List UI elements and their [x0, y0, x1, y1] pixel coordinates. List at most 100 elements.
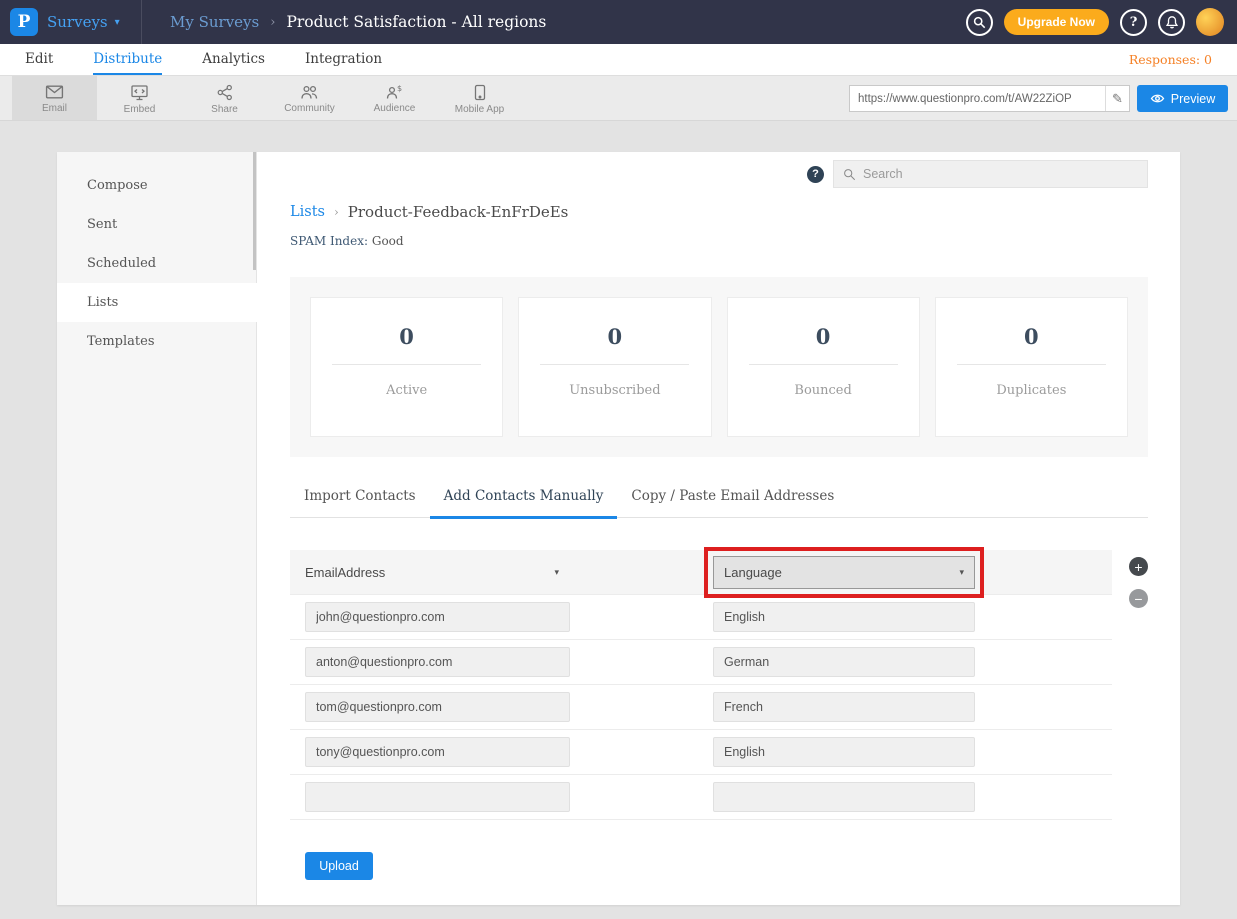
breadcrumb-lists-link[interactable]: Lists — [290, 204, 325, 220]
tab-integration[interactable]: Integration — [305, 44, 382, 75]
toolbar-item-label: Audience — [374, 103, 416, 114]
contact-row — [290, 640, 1112, 685]
grid-header-row: EmailAddress ▾ Language ▾ — [290, 550, 1112, 595]
language-field[interactable] — [713, 692, 975, 722]
user-avatar[interactable] — [1196, 8, 1224, 36]
tab-edit[interactable]: Edit — [25, 44, 53, 75]
chevron-down-icon: ▾ — [554, 567, 559, 578]
language-field[interactable] — [713, 782, 975, 812]
contact-row — [290, 730, 1112, 775]
remove-column-button[interactable]: − — [1129, 589, 1148, 608]
upgrade-now-button[interactable]: Upgrade Now — [1004, 9, 1109, 35]
stat-label: Bounced — [794, 383, 851, 398]
upload-button[interactable]: Upload — [305, 852, 373, 880]
email-field[interactable] — [305, 647, 570, 677]
pencil-icon: ✎ — [1112, 91, 1123, 107]
stat-value: 0 — [332, 324, 481, 365]
brand-area: P Surveys ▾ — [0, 0, 142, 44]
stat-card-active: 0 Active — [310, 297, 503, 437]
surveys-menu-label: Surveys — [47, 13, 108, 31]
breadcrumb-separator-icon: › — [270, 15, 275, 30]
toolbar-item-label: Email — [42, 103, 67, 114]
survey-url-input[interactable] — [850, 93, 1105, 105]
grid-row-actions: + − — [1129, 557, 1148, 608]
email-field[interactable] — [305, 692, 570, 722]
help-button[interactable]: ? — [1120, 9, 1147, 36]
distribute-toolbar: Email Embed Share Community $ Audience — [0, 76, 1237, 121]
sidebar-item-sent[interactable]: Sent — [57, 205, 256, 244]
page-title: Product Satisfaction - All regions — [286, 13, 546, 31]
language-field[interactable] — [713, 602, 975, 632]
sidebar-item-lists[interactable]: Lists — [57, 283, 257, 322]
contact-row-empty — [290, 775, 1112, 820]
survey-url-box: ✎ — [849, 85, 1130, 112]
tab-distribute[interactable]: Distribute — [93, 44, 162, 75]
contacts-search-input[interactable] — [863, 167, 1138, 181]
spam-index: SPAM Index: Good — [290, 234, 1148, 248]
toolbar-item-audience[interactable]: $ Audience — [352, 76, 437, 120]
community-icon — [300, 84, 319, 100]
surveys-menu[interactable]: Surveys ▾ — [47, 13, 120, 31]
embed-icon — [130, 84, 149, 101]
sidebar-item-scheduled[interactable]: Scheduled — [57, 244, 256, 283]
column-select-language[interactable]: Language ▾ — [713, 556, 975, 589]
audience-icon: $ — [385, 84, 404, 100]
column-select-email[interactable]: EmailAddress ▾ — [305, 565, 567, 580]
eye-icon — [1150, 93, 1165, 104]
topbar-actions: Upgrade Now ? — [966, 8, 1237, 36]
tab-add-contacts-manually[interactable]: Add Contacts Manually — [430, 488, 618, 519]
stat-card-bounced: 0 Bounced — [727, 297, 920, 437]
sidebar-item-compose[interactable]: Compose — [57, 166, 256, 205]
minus-icon: − — [1134, 592, 1142, 606]
language-field[interactable] — [713, 737, 975, 767]
add-column-button[interactable]: + — [1129, 557, 1148, 576]
email-field[interactable] — [305, 737, 570, 767]
toolbar-item-label: Share — [211, 104, 238, 115]
list-stats: 0 Active 0 Unsubscribed 0 Bounced 0 Dupl… — [290, 277, 1148, 457]
sidebar-scrollbar[interactable] — [253, 152, 256, 270]
envelope-icon — [45, 84, 64, 100]
email-field[interactable] — [305, 782, 570, 812]
stat-label: Duplicates — [996, 383, 1066, 398]
stat-card-unsubscribed: 0 Unsubscribed — [518, 297, 711, 437]
spam-index-label: SPAM Index: — [290, 234, 368, 248]
toolbar-item-mobile-app[interactable]: Mobile App — [437, 76, 522, 120]
questionpro-logo[interactable]: P — [10, 8, 38, 36]
tab-analytics[interactable]: Analytics — [202, 44, 265, 75]
content-top-row: ? — [290, 160, 1148, 188]
manual-contacts-grid: EmailAddress ▾ Language ▾ — [290, 550, 1148, 820]
contact-row — [290, 595, 1112, 640]
lists-content: ? Lists › Product-Feedback-EnFrDeEs SPAM… — [257, 152, 1180, 905]
edit-url-button[interactable]: ✎ — [1105, 86, 1129, 111]
survey-navbar: Edit Distribute Analytics Integration Re… — [0, 44, 1237, 76]
mobile-phone-icon — [474, 84, 486, 101]
toolbar-item-email[interactable]: Email — [12, 76, 97, 120]
tab-copy-paste-emails[interactable]: Copy / Paste Email Addresses — [617, 488, 848, 519]
toolbar-item-community[interactable]: Community — [267, 76, 352, 120]
bell-icon — [1165, 15, 1179, 30]
workspace: Compose Sent Scheduled Lists Templates ? — [0, 121, 1237, 919]
search-button[interactable] — [966, 9, 993, 36]
breadcrumb-my-surveys[interactable]: My Surveys — [170, 13, 259, 31]
svg-text:$: $ — [397, 84, 402, 93]
notifications-button[interactable] — [1158, 9, 1185, 36]
topbar: P Surveys ▾ My Surveys › Product Satisfa… — [0, 0, 1237, 44]
contacts-tabs: Import Contacts Add Contacts Manually Co… — [290, 488, 1148, 518]
tab-import-contacts[interactable]: Import Contacts — [290, 488, 430, 519]
topbar-breadcrumb: My Surveys › Product Satisfaction - All … — [170, 13, 546, 31]
stat-label: Active — [386, 383, 427, 398]
toolbar-item-label: Embed — [124, 104, 156, 115]
preview-button[interactable]: Preview — [1137, 85, 1228, 112]
sidebar-item-templates[interactable]: Templates — [57, 322, 256, 361]
language-field[interactable] — [713, 647, 975, 677]
stat-value: 0 — [957, 324, 1106, 365]
share-icon — [216, 84, 234, 101]
search-help-button[interactable]: ? — [807, 166, 824, 183]
email-field[interactable] — [305, 602, 570, 632]
toolbar-item-share[interactable]: Share — [182, 76, 267, 120]
toolbar-item-embed[interactable]: Embed — [97, 76, 182, 120]
contacts-search-box — [833, 160, 1148, 188]
question-mark-icon: ? — [812, 168, 819, 180]
preview-button-label: Preview — [1171, 92, 1215, 106]
stat-value: 0 — [540, 324, 689, 365]
